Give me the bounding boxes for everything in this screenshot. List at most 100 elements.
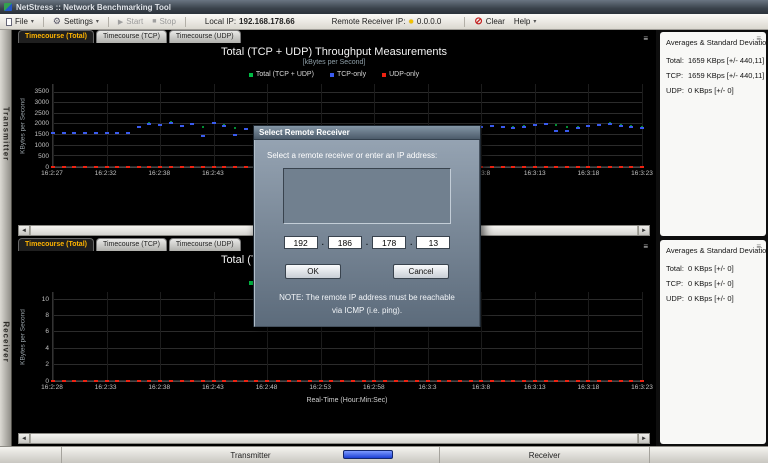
- data-point: [169, 122, 173, 124]
- gridline: [53, 92, 642, 93]
- x-tick-label: 16:2:48: [256, 385, 278, 392]
- data-point: [511, 380, 515, 382]
- remote-ip-label: Remote Receiver IP:: [332, 17, 406, 26]
- y-tick-label: 500: [38, 154, 49, 161]
- data-point: [522, 380, 526, 382]
- file-menu[interactable]: File ▾: [6, 17, 34, 26]
- chart-menu-icon[interactable]: ≡: [643, 243, 650, 251]
- data-point: [394, 380, 398, 382]
- clear-button[interactable]: ⊘ Clear: [474, 17, 505, 27]
- data-point: [158, 166, 162, 168]
- data-point: [426, 380, 430, 382]
- collapse-panel-icon[interactable]: ≡: [756, 35, 761, 43]
- chart-menu-icon[interactable]: ≡: [643, 35, 650, 43]
- stats-row-total: Total:0 KBps [+/- 0]: [666, 264, 760, 273]
- statusbar-pane-left: [0, 447, 62, 463]
- tab-timecourse-total[interactable]: Timecourse (Total): [18, 238, 94, 251]
- data-point: [533, 380, 537, 382]
- data-point: [640, 127, 644, 129]
- status-bar: Transmitter Receiver: [0, 446, 768, 463]
- dialog-note: NOTE: The remote IP address must be reac…: [267, 292, 467, 318]
- dialog-title-bar[interactable]: Select Remote Receiver: [254, 126, 480, 140]
- help-menu[interactable]: Help ▾: [514, 17, 536, 26]
- data-point: [501, 166, 505, 168]
- data-point: [180, 380, 184, 382]
- scroll-right-icon[interactable]: ►: [638, 226, 649, 235]
- transmitter-progress-bar: [343, 450, 393, 459]
- start-button[interactable]: ▶ Start: [118, 17, 143, 26]
- data-point: [319, 380, 323, 382]
- horizontal-scrollbar[interactable]: ◄ ►: [18, 433, 650, 444]
- cancel-button[interactable]: Cancel: [393, 264, 449, 279]
- data-point: [619, 166, 623, 168]
- data-point: [533, 166, 537, 168]
- dialog-prompt: Select a remote receiver or enter an IP …: [267, 151, 467, 160]
- ip-octet-2-input[interactable]: [328, 236, 362, 249]
- data-point: [72, 132, 76, 134]
- dialog-button-row: OK Cancel: [267, 264, 467, 279]
- tab-timecourse-udp[interactable]: Timecourse (UDP): [169, 238, 241, 251]
- gridline: [53, 364, 642, 365]
- y-tick-label: 1000: [35, 143, 49, 150]
- x-tick-label: 16:3:18: [578, 385, 600, 392]
- data-point: [233, 134, 237, 136]
- stop-button[interactable]: ■ Stop: [152, 17, 176, 26]
- toolbar-separator: [464, 17, 465, 27]
- local-ip-label: Local IP:: [205, 17, 236, 26]
- data-point: [576, 166, 580, 168]
- data-point: [608, 166, 612, 168]
- ok-button[interactable]: OK: [285, 264, 341, 279]
- settings-menu[interactable]: ⚙ Settings ▾: [53, 17, 99, 26]
- data-point: [222, 125, 226, 127]
- stats-header: Averages & Standard Deviation: [666, 246, 760, 255]
- plot-right-pad: [642, 292, 650, 382]
- data-point: [490, 380, 494, 382]
- data-point: [629, 126, 633, 128]
- stats-row-udp: UDP:0 KBps [+/- 0]: [666, 86, 760, 95]
- remote-receiver-ip: Remote Receiver IP: ● 0.0.0.0: [332, 17, 442, 26]
- collapse-panel-icon[interactable]: ≡: [756, 243, 761, 251]
- data-point: [115, 380, 119, 382]
- x-tick-label: 16:3:8: [472, 385, 490, 392]
- play-icon: ▶: [118, 18, 123, 26]
- data-point: [351, 380, 355, 382]
- data-point: [640, 380, 644, 382]
- ip-octet-1-input[interactable]: [284, 236, 318, 249]
- scrollbar-thumb[interactable]: [30, 434, 638, 443]
- y-axis-ticks: 0246810: [28, 292, 52, 382]
- data-point: [83, 132, 87, 134]
- data-point: [479, 380, 483, 382]
- data-point: [147, 380, 151, 382]
- x-tick-label: 16:2:58: [363, 385, 385, 392]
- data-point: [180, 125, 184, 127]
- scroll-right-icon[interactable]: ►: [638, 434, 649, 443]
- y-tick-label: 4: [45, 346, 49, 353]
- remote-receiver-listbox[interactable]: [283, 168, 451, 224]
- data-point: [105, 166, 109, 168]
- data-point: [329, 380, 333, 382]
- data-point: [565, 166, 569, 168]
- tab-timecourse-total[interactable]: Timecourse (Total): [18, 30, 94, 43]
- tab-timecourse-tcp[interactable]: Timecourse (TCP): [96, 238, 167, 251]
- data-point: [158, 124, 162, 126]
- statusbar-pane-right: [650, 447, 768, 463]
- data-point: [190, 123, 194, 125]
- gridline: [53, 102, 642, 103]
- data-point: [287, 380, 291, 382]
- data-point: [501, 126, 505, 128]
- data-point: [234, 127, 236, 129]
- data-point: [308, 380, 312, 382]
- legend-item: Total (TCP + UDP): [249, 71, 314, 78]
- data-point: [115, 132, 119, 134]
- scroll-left-icon[interactable]: ◄: [19, 226, 30, 235]
- data-point: [447, 380, 451, 382]
- tab-timecourse-udp[interactable]: Timecourse (UDP): [169, 30, 241, 43]
- legend-swatch: [330, 73, 334, 77]
- ip-octet-4-input[interactable]: [416, 236, 450, 249]
- ip-octet-3-input[interactable]: [372, 236, 406, 249]
- data-point: [576, 127, 580, 129]
- data-point: [105, 380, 109, 382]
- scroll-left-icon[interactable]: ◄: [19, 434, 30, 443]
- select-remote-receiver-dialog: Select Remote Receiver Select a remote r…: [253, 125, 481, 327]
- tab-timecourse-tcp[interactable]: Timecourse (TCP): [96, 30, 167, 43]
